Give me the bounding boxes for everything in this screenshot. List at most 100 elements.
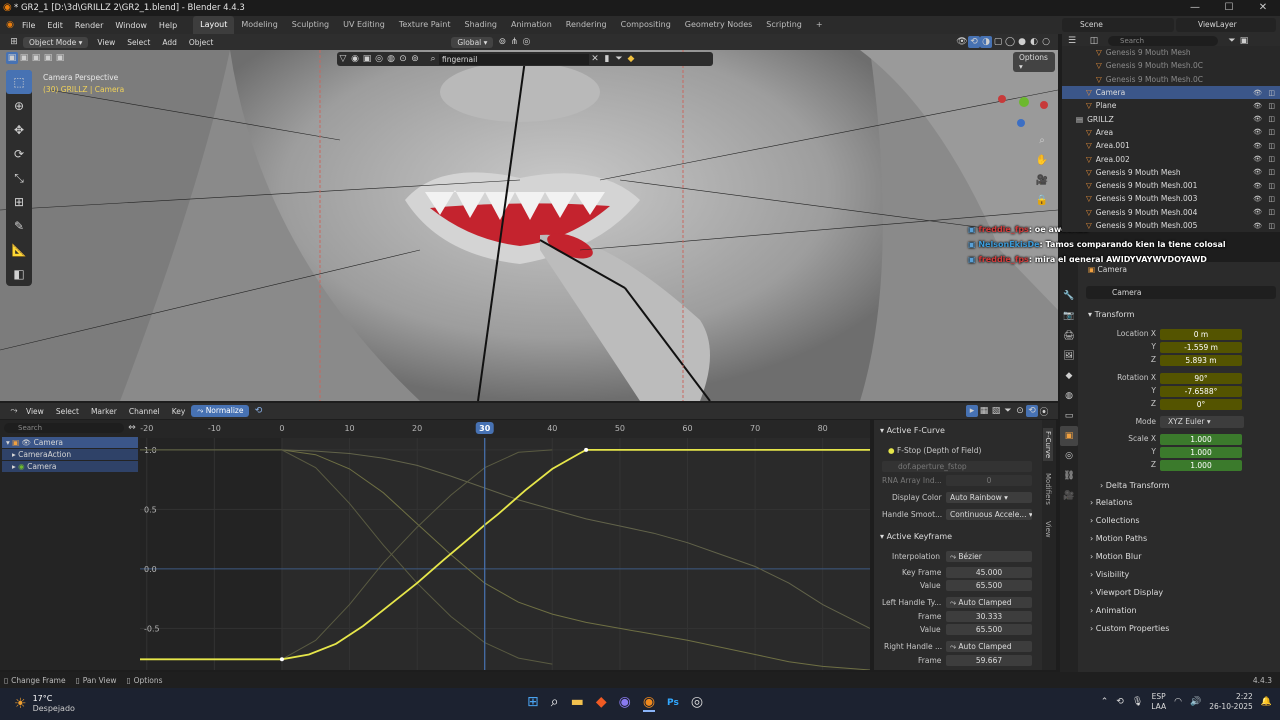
- outliner-row[interactable]: ▽ Genesis 9 Mouth Mesh.0C: [1062, 73, 1280, 86]
- properties-section-header[interactable]: › Motion Paths: [1090, 534, 1147, 543]
- camera-filter-icon[interactable]: ◎: [373, 53, 385, 65]
- new-collection-icon[interactable]: ▣: [1238, 35, 1250, 47]
- outliner-row[interactable]: ▤ GRILLZ 👁 ◫: [1062, 112, 1280, 125]
- left-value-field[interactable]: 65.500: [946, 624, 1032, 635]
- tray-chevron-icon[interactable]: ⌃: [1101, 697, 1109, 707]
- viewport-menu-select[interactable]: Select: [121, 38, 156, 47]
- render-camera-icon[interactable]: ◫: [1268, 168, 1275, 176]
- render-camera-icon[interactable]: ◫: [1268, 142, 1275, 150]
- language-indicator[interactable]: ESP LAA: [1151, 692, 1166, 712]
- render-tab-icon[interactable]: 📷: [1060, 306, 1078, 326]
- normalize-toggle[interactable]: ⤳ Normalize: [191, 405, 250, 417]
- outliner-row[interactable]: ▽ Area.001 👁 ◫: [1062, 139, 1280, 152]
- delta-transform-header[interactable]: › Delta Transform: [1100, 481, 1169, 490]
- channel-row-camera-object[interactable]: ▾ ▣ 👁 Camera: [2, 437, 138, 448]
- tab-geometry-nodes[interactable]: Geometry Nodes: [678, 16, 759, 34]
- properties-section-header[interactable]: › Collections: [1090, 516, 1140, 525]
- blender-menu-icon[interactable]: ◉: [4, 19, 16, 31]
- location-z-field[interactable]: 5.893 m: [1160, 355, 1242, 366]
- tray-sync-icon[interactable]: ⟲: [1116, 697, 1124, 707]
- visibility-icon[interactable]: 👁: [1253, 208, 1262, 216]
- pan-hand-icon[interactable]: ✋: [1034, 150, 1050, 170]
- outliner-row[interactable]: ▽ Genesis 9 Mouth Mesh.004 👁 ◫: [1062, 206, 1280, 219]
- solid-shading-icon[interactable]: ●: [1016, 36, 1028, 48]
- visibility-icon[interactable]: 👁: [1253, 182, 1262, 190]
- scale-z-field[interactable]: 1.000: [1160, 460, 1242, 471]
- transform-panel-header[interactable]: ▾ Transform: [1088, 310, 1134, 319]
- graph-menu-key[interactable]: Key: [166, 407, 192, 416]
- mode-dropdown[interactable]: Object Mode ▾: [23, 36, 89, 48]
- channel-row-camera-data[interactable]: ▸ ◉ Camera: [2, 461, 138, 472]
- tab-rendering[interactable]: Rendering: [559, 16, 614, 34]
- data-tab-icon[interactable]: 🎥: [1060, 486, 1078, 506]
- tab-modifiers[interactable]: Modifiers: [1043, 470, 1053, 508]
- gizmo-icon[interactable]: ⟲: [968, 36, 980, 48]
- only-selected-icon[interactable]: ▸: [966, 405, 978, 417]
- rendered-shading-icon[interactable]: ○: [1040, 36, 1052, 48]
- render-camera-icon[interactable]: ◫: [1268, 115, 1275, 123]
- cursor-tool-icon[interactable]: ⊕: [6, 94, 32, 118]
- graph-snap-icon[interactable]: ⟲: [1026, 405, 1038, 417]
- swap-direction-icon[interactable]: ⇔: [126, 422, 138, 434]
- render-camera-icon[interactable]: ◫: [1268, 89, 1275, 97]
- select-subtract-icon[interactable]: ▣: [30, 52, 42, 64]
- add-cube-tool-icon[interactable]: ◧: [6, 262, 32, 286]
- menu-file[interactable]: File: [16, 21, 41, 30]
- tab-uv-editing[interactable]: UV Editing: [336, 16, 392, 34]
- add-workspace-button[interactable]: +: [809, 16, 830, 34]
- file-explorer-icon[interactable]: ▬: [571, 694, 584, 712]
- tab-scripting[interactable]: Scripting: [759, 16, 809, 34]
- visibility-icon[interactable]: 👁: [1253, 155, 1262, 163]
- clock[interactable]: 2:22 26-10-2025: [1209, 692, 1253, 712]
- object-name-field[interactable]: Camera: [1086, 286, 1276, 299]
- display-color-dropdown[interactable]: Auto Rainbow ▾: [946, 492, 1032, 503]
- rotation-mode-dropdown[interactable]: XYZ Euler ▾: [1160, 416, 1244, 428]
- proportional-icon[interactable]: ⦿: [1038, 405, 1050, 418]
- error-filter-icon[interactable]: ▧: [990, 405, 1002, 417]
- viewport-menu-object[interactable]: Object: [183, 38, 219, 47]
- volume-icon[interactable]: 🔊: [1190, 697, 1201, 707]
- annotate-tool-icon[interactable]: ✎: [6, 214, 32, 238]
- view-layer-selector[interactable]: ViewLayer: [1176, 18, 1276, 32]
- visibility-icon[interactable]: 👁: [1253, 168, 1262, 176]
- zoom-icon[interactable]: ⌕: [1034, 130, 1050, 150]
- camera-view-icon[interactable]: 🎥: [1034, 170, 1050, 190]
- fcurve-path-field[interactable]: dof.aperture_fstop: [882, 461, 1032, 472]
- notification-icon[interactable]: 🔔: [1261, 697, 1272, 707]
- graph-editor-canvas[interactable]: -20-10010203040506070801.00.50.0-0.530: [140, 420, 870, 670]
- outliner-row[interactable]: ▽ Genesis 9 Mouth Mesh: [1062, 46, 1280, 59]
- visibility-icon[interactable]: 👁: [1253, 89, 1262, 97]
- tab-animation[interactable]: Animation: [504, 16, 559, 34]
- visibility-icon[interactable]: 👁: [1253, 115, 1262, 123]
- render-camera-icon[interactable]: ◫: [1268, 208, 1275, 216]
- menu-help[interactable]: Help: [153, 21, 183, 30]
- constraints-tab-icon[interactable]: ⛓: [1060, 466, 1078, 486]
- render-camera-icon[interactable]: ◫: [1268, 102, 1275, 110]
- right-frame-field[interactable]: 59.667: [946, 655, 1032, 666]
- clear-search-icon[interactable]: ✕: [589, 53, 601, 65]
- visibility-icon[interactable]: 👁: [1253, 102, 1262, 110]
- properties-section-header[interactable]: › Visibility: [1090, 570, 1129, 579]
- object-tab-icon[interactable]: ▣: [1060, 426, 1078, 446]
- maximize-button[interactable]: ☐: [1212, 0, 1246, 16]
- weather-widget[interactable]: 17°C Despejado: [33, 694, 75, 714]
- viewport-search-input[interactable]: [439, 53, 589, 65]
- properties-section-header[interactable]: › Viewport Display: [1090, 588, 1163, 597]
- warning-icon[interactable]: ◆: [625, 53, 637, 65]
- obs-icon[interactable]: ◎: [691, 694, 703, 712]
- menu-render[interactable]: Render: [69, 21, 109, 30]
- select-tool-icon[interactable]: ⬚: [6, 70, 32, 94]
- collection-tab-icon[interactable]: ▭: [1060, 406, 1078, 426]
- physics-tab-icon[interactable]: ◎: [1060, 446, 1078, 466]
- properties-section-header[interactable]: › Motion Blur: [1090, 552, 1141, 561]
- select-invert-icon[interactable]: ▣: [42, 52, 54, 64]
- right-handle-type-dropdown[interactable]: ⤳ Auto Clamped: [946, 641, 1032, 652]
- channel-filter-icon[interactable]: ⏷: [1002, 405, 1014, 417]
- graph-menu-channel[interactable]: Channel: [123, 407, 166, 416]
- scale-tool-icon[interactable]: ⤡: [6, 166, 32, 190]
- outliner-editor-icon[interactable]: ☰: [1066, 35, 1078, 47]
- key-value-field[interactable]: 65.500: [946, 580, 1032, 591]
- empty-filter-icon[interactable]: ⊚: [409, 53, 421, 65]
- visibility-icon[interactable]: 👁: [1253, 195, 1262, 203]
- render-camera-icon[interactable]: ◫: [1268, 128, 1275, 136]
